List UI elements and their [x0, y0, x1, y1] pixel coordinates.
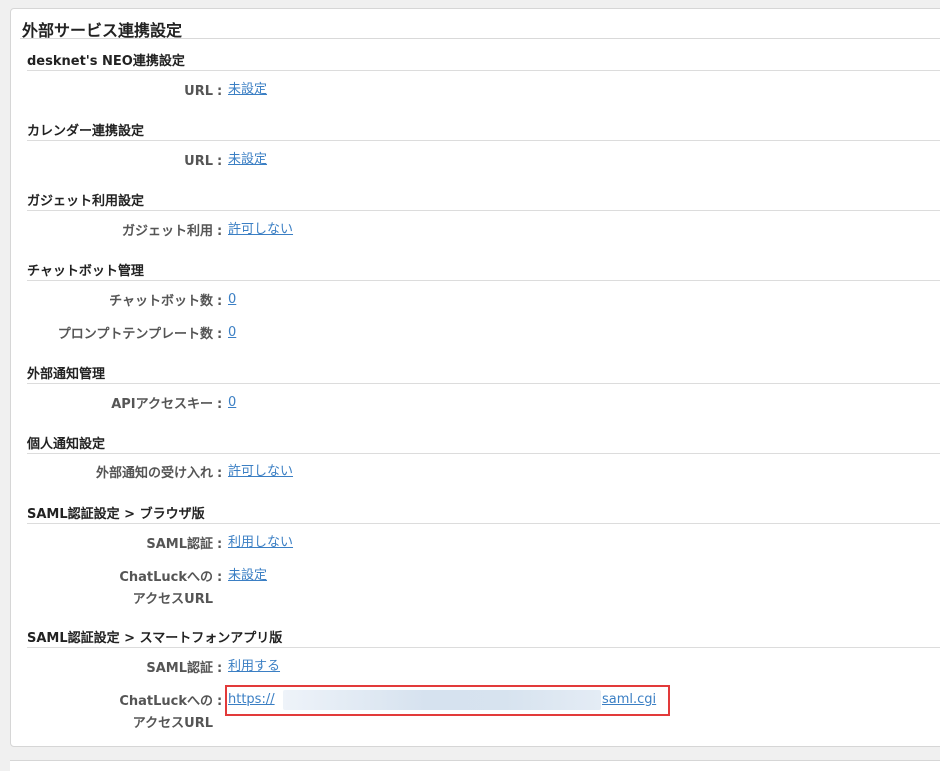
saml-smartphone-url-label-line2: アクセスURL	[132, 716, 213, 731]
section-heading-saml-browser: SAML認証設定 > ブラウザ版	[27, 507, 205, 522]
saml-smartphone-url-prefix-link[interactable]: https://	[228, 689, 275, 710]
saml-browser-auth-link[interactable]: 利用しない	[228, 532, 293, 553]
redacted-url-segment	[283, 690, 601, 710]
chatbot-count-link[interactable]: 0	[228, 289, 236, 310]
saml-smartphone-url-suffix-link[interactable]: saml.cgi	[602, 689, 656, 710]
gadget-use-link[interactable]: 許可しない	[228, 219, 293, 240]
saml-browser-auth-label: SAML認証	[146, 537, 213, 552]
external-notify-accept-link[interactable]: 許可しない	[228, 461, 293, 482]
saml-smartphone-url-colon: :	[217, 694, 223, 709]
prompt-template-count-colon: :	[217, 327, 223, 342]
section-heading-calendar: カレンダー連携設定	[27, 124, 145, 139]
calendar-url-colon: :	[217, 154, 223, 169]
section-divider-calendar	[27, 140, 940, 141]
section-heading-gadget: ガジェット利用設定	[27, 194, 145, 209]
calendar-url-link[interactable]: 未設定	[228, 149, 267, 170]
gadget-use-colon: :	[217, 224, 223, 239]
api-access-key-colon: :	[217, 397, 223, 412]
section-divider-chatbot	[27, 280, 940, 281]
section-divider-external-notify	[27, 383, 940, 384]
section-heading-external-notify: 外部通知管理	[27, 367, 106, 382]
gadget-use-label: ガジェット利用	[121, 224, 213, 239]
neo-url-link[interactable]: 未設定	[228, 79, 267, 100]
section-heading-neo: desknet's NEO連携設定	[27, 54, 185, 69]
section-heading-saml-smartphone: SAML認証設定 > スマートフォンアプリ版	[27, 631, 283, 646]
saml-smartphone-auth-label: SAML認証	[146, 661, 213, 676]
prompt-template-count-label: プロンプトテンプレート数	[57, 327, 213, 342]
section-divider-personal-notify	[27, 453, 940, 454]
next-panel-edge	[10, 760, 940, 771]
external-service-settings-panel: 外部サービス連携設定 desknet's NEO連携設定 URL : 未設定 カ…	[10, 8, 940, 747]
saml-browser-url-colon: :	[217, 570, 223, 585]
section-divider-saml-browser	[27, 523, 940, 524]
external-notify-accept-label: 外部通知の受け入れ	[95, 466, 213, 481]
saml-smartphone-auth-link[interactable]: 利用する	[228, 656, 280, 677]
saml-browser-url-label-line2: アクセスURL	[132, 592, 213, 607]
section-divider-gadget	[27, 210, 940, 211]
neo-url-label: URL	[184, 84, 213, 99]
section-divider-neo	[27, 70, 940, 71]
api-access-key-link[interactable]: 0	[228, 392, 236, 413]
saml-browser-auth-colon: :	[217, 537, 223, 552]
section-divider-saml-smartphone	[27, 647, 940, 648]
section-heading-personal-notify: 個人通知設定	[27, 437, 106, 452]
chatbot-count-colon: :	[217, 294, 223, 309]
title-divider	[20, 38, 940, 39]
prompt-template-count-link[interactable]: 0	[228, 322, 236, 343]
chatbot-count-label: チャットボット数	[109, 294, 213, 309]
saml-browser-url-link[interactable]: 未設定	[228, 565, 267, 586]
calendar-url-label: URL	[184, 154, 213, 169]
section-heading-chatbot: チャットボット管理	[27, 264, 144, 279]
saml-smartphone-auth-colon: :	[217, 661, 223, 676]
saml-smartphone-url-label-line1: ChatLuckへの	[119, 694, 213, 709]
saml-browser-url-label-line1: ChatLuckへの	[119, 570, 213, 585]
external-notify-accept-colon: :	[217, 466, 223, 481]
api-access-key-label: APIアクセスキー	[111, 397, 213, 412]
neo-url-colon: :	[217, 84, 223, 99]
